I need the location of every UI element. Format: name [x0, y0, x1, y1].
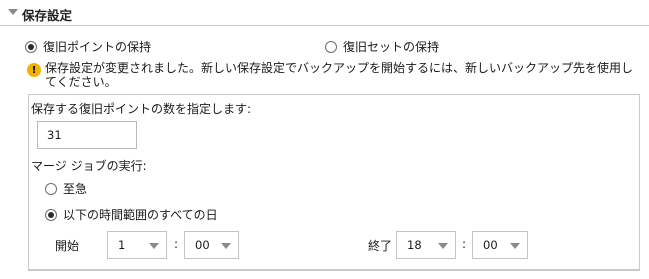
retain-recovery-points-label: 復旧ポイントの保持	[43, 40, 152, 54]
end-hour-value: 18	[407, 238, 422, 252]
merge-immediate-option[interactable]: 至急	[45, 180, 87, 197]
merge-time-range-radio[interactable]	[45, 208, 57, 221]
retain-recovery-points-radio[interactable]	[25, 40, 37, 53]
start-hour-value: 1	[118, 238, 126, 252]
end-minute-select[interactable]: 00	[472, 231, 528, 259]
start-minute-dropdown-icon[interactable]	[221, 243, 231, 249]
retain-recovery-points-option[interactable]: 復旧ポイントの保持	[25, 38, 151, 55]
end-hour-select[interactable]: 18	[396, 231, 456, 259]
merge-time-range-label: 以下の時間範囲のすべての日	[63, 208, 218, 222]
points-count-input[interactable]: 31	[37, 121, 137, 149]
retain-recovery-sets-option[interactable]: 復旧セットの保持	[325, 38, 439, 55]
merge-immediate-radio[interactable]	[45, 182, 57, 195]
merge-immediate-label: 至急	[63, 182, 88, 196]
start-time-label: 開始	[55, 239, 80, 253]
merge-time-range-option[interactable]: 以下の時間範囲のすべての日	[45, 206, 218, 223]
start-time-separator: :	[174, 237, 179, 251]
points-count-label: 保存する復旧ポイントの数を指定します:	[31, 102, 252, 116]
start-minute-select[interactable]: 00	[184, 231, 239, 259]
end-minute-dropdown-icon[interactable]	[510, 243, 520, 249]
section-header[interactable]: 保存設定	[0, 0, 649, 26]
start-hour-select[interactable]: 1	[107, 231, 167, 259]
merge-job-label: マージ ジョブの実行:	[31, 159, 147, 173]
panel-bottom-border	[28, 270, 640, 271]
end-time-separator: :	[462, 237, 467, 251]
warning-message: 保存設定が変更されました。新しい保存設定でバックアップを開始するには、新しいバッ…	[45, 61, 634, 89]
end-time-label: 終了	[368, 239, 393, 253]
end-minute-value: 00	[483, 238, 498, 252]
start-hour-dropdown-icon[interactable]	[149, 243, 159, 249]
collapse-arrow-icon[interactable]	[8, 9, 18, 15]
section-title: 保存設定	[22, 8, 73, 23]
retain-recovery-sets-label: 復旧セットの保持	[343, 40, 440, 54]
warning-icon: !	[27, 63, 41, 77]
end-hour-dropdown-icon[interactable]	[438, 243, 448, 249]
start-minute-value: 00	[195, 238, 210, 252]
retain-recovery-sets-radio[interactable]	[325, 40, 337, 53]
